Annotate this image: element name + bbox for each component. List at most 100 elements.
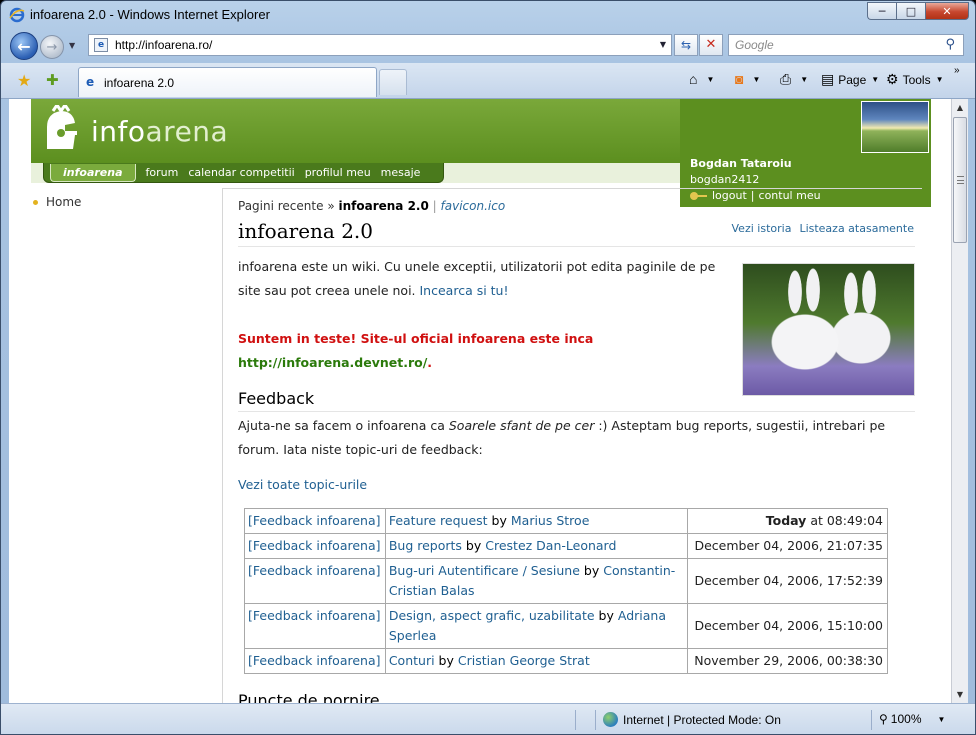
stop-button[interactable]: ✕ <box>699 34 723 56</box>
page-menu-label: Page <box>838 72 867 87</box>
search-box[interactable]: Google ⚲ <box>728 34 964 56</box>
zoom-control[interactable]: ⚲ 100% ▼ <box>879 712 945 726</box>
scroll-up-icon[interactable]: ▲ <box>952 99 968 116</box>
menu-item-forum[interactable]: forum <box>146 166 179 179</box>
topic-link[interactable]: Feature request <box>389 513 488 528</box>
author-link[interactable]: Crestez Dan-Leonard <box>485 538 616 553</box>
page-actions: Vezi istoria Listeaza atasamente <box>732 222 914 235</box>
favorites-star-icon[interactable]: ★ <box>17 71 31 90</box>
feeds-button[interactable]: ◙ ▼ <box>735 71 760 87</box>
all-topics-link[interactable]: Vezi toate topic-urile <box>238 477 367 492</box>
history-dropdown-icon[interactable]: ▼ <box>69 41 75 50</box>
menu-item-calendar[interactable]: calendar competitii <box>188 166 294 179</box>
topic-category: [Feedback infoarena] <box>244 648 386 674</box>
menu-item-infoarena[interactable]: infoarena <box>50 163 136 182</box>
topic-link[interactable]: Design, aspect grafic, uzabilitate <box>389 608 595 623</box>
navigation-bar: ← → ▼ e http://infoarena.ro/ ▼ ⇆ ✕ Googl… <box>1 29 975 63</box>
date-text: November 29, 2006, 00:38:30 <box>694 653 883 668</box>
topic-link[interactable]: Bug reports <box>389 538 462 553</box>
category-link[interactable]: [Feedback infoarena] <box>248 608 381 623</box>
history-link[interactable]: Vezi istoria <box>732 222 792 235</box>
category-link[interactable]: [Feedback infoarena] <box>248 513 381 528</box>
breadcrumb-file[interactable]: favicon.ico <box>441 199 506 213</box>
date-text: at 08:49:04 <box>806 513 883 528</box>
warning-message: Suntem in teste! Site-ul oficial infoare… <box>238 327 593 375</box>
page-menu[interactable]: ▤ Page ▼ <box>821 71 879 88</box>
arrow-right-icon: → <box>46 39 58 55</box>
search-icon[interactable]: ⚲ <box>945 37 955 52</box>
date-text: December 04, 2006, 17:52:39 <box>694 573 883 588</box>
address-bar[interactable]: e http://infoarena.ro/ ▼ <box>88 34 672 56</box>
sidebar-item-home[interactable]: Home <box>33 195 81 209</box>
page-icon: ▤ <box>821 71 835 87</box>
maximize-button[interactable]: □ <box>896 2 925 20</box>
address-dropdown-icon[interactable]: ▼ <box>660 40 666 49</box>
security-zone[interactable]: Internet | Protected Mode: On <box>603 712 781 727</box>
avatar[interactable] <box>861 101 929 153</box>
topic-category: [Feedback infoarena] <box>244 558 386 604</box>
attachments-link[interactable]: Listeaza atasamente <box>799 222 914 235</box>
chevron-down-icon: ▼ <box>935 75 944 84</box>
topic-category: [Feedback infoarena] <box>244 603 386 649</box>
address-input[interactable]: http://infoarena.ro/ <box>115 38 212 52</box>
scrollbar-thumb[interactable] <box>953 117 967 243</box>
author-link[interactable]: Marius Stroe <box>511 513 590 528</box>
status-divider <box>871 710 872 730</box>
topics-table: [Feedback infoarena] Feature request by … <box>244 508 888 674</box>
author-link[interactable]: Cristian George Strat <box>458 653 590 668</box>
chevron-down-icon: ▼ <box>937 714 946 724</box>
tab-label: infoarena 2.0 <box>104 76 175 90</box>
forward-button[interactable]: → <box>40 35 64 59</box>
tab-infoarena[interactable]: e infoarena 2.0 <box>78 67 377 97</box>
add-favorites-icon[interactable]: ✚ <box>46 71 59 89</box>
topic-link[interactable]: Conturi <box>389 653 435 668</box>
category-link[interactable]: [Feedback infoarena] <box>248 653 381 668</box>
search-input[interactable]: Google <box>735 38 774 52</box>
site-logo[interactable]: infoarena <box>91 115 228 148</box>
table-row: [Feedback infoarena] Conturi by Cristian… <box>244 648 888 674</box>
official-site-link[interactable]: http://infoarena.devnet.ro/ <box>238 355 427 370</box>
scroll-down-icon[interactable]: ▼ <box>952 686 968 703</box>
table-row: [Feedback infoarena] Design, aspect graf… <box>244 603 888 649</box>
topic-date: November 29, 2006, 00:38:30 <box>687 648 888 674</box>
window-title: infoarena 2.0 - Windows Internet Explore… <box>30 7 270 22</box>
category-link[interactable]: [Feedback infoarena] <box>248 538 381 553</box>
breadcrumb-recent[interactable]: Pagini recente <box>238 199 323 213</box>
menu-item-messages[interactable]: mesaje <box>381 166 421 179</box>
print-button[interactable]: ⎙ ▼ <box>780 71 808 88</box>
vertical-scrollbar[interactable]: ▲ ▼ <box>951 99 968 703</box>
date-bold: Today <box>765 513 807 528</box>
helmet-logo-icon[interactable] <box>39 105 83 155</box>
topic-date: Today at 08:49:04 <box>687 508 888 534</box>
home-button[interactable]: ⌂ ▼ <box>689 71 714 87</box>
more-commands-icon[interactable]: » <box>954 65 960 76</box>
category-link[interactable]: [Feedback infoarena] <box>248 563 381 578</box>
back-button[interactable]: ← <box>10 32 38 60</box>
logo-text-arena: arena <box>145 115 229 148</box>
user-name[interactable]: Bogdan Tataroiu <box>690 157 792 170</box>
new-tab-button[interactable] <box>379 69 407 95</box>
zoom-level: 100% <box>890 712 922 726</box>
next-section-heading: Puncte de pornire <box>238 691 380 703</box>
title-bar: infoarena 2.0 - Windows Internet Explore… <box>1 1 975 29</box>
feedback-heading: Feedback <box>238 389 315 408</box>
close-button[interactable]: ✕ <box>925 2 969 20</box>
tools-menu-label: Tools <box>902 72 931 87</box>
tools-menu[interactable]: ⚙ Tools ▼ <box>886 71 944 88</box>
menu-item-profile[interactable]: profilul meu <box>305 166 371 179</box>
minimize-button[interactable]: ─ <box>867 2 896 20</box>
rss-icon: ◙ <box>735 71 744 87</box>
try-link[interactable]: Incearca si tu! <box>420 283 509 298</box>
stop-icon: ✕ <box>705 37 717 52</box>
chevron-down-icon: ▼ <box>871 75 880 84</box>
topic-date: December 04, 2006, 21:07:35 <box>687 533 888 559</box>
intro-paragraph: infoarena este un wiki. Cu unele excepti… <box>238 255 723 303</box>
breadcrumb-current[interactable]: infoarena 2.0 <box>338 199 428 213</box>
tab-bar: ★ ✚ e infoarena 2.0 ⌂ ▼ ◙ ▼ ⎙ ▼ ▤ Page ▼ ⚙ Too… <box>1 63 975 99</box>
topic-link[interactable]: Bug-uri Autentificare / Sesiune <box>389 563 580 578</box>
home-icon: ⌂ <box>689 71 698 87</box>
rabbits-image <box>742 263 915 396</box>
warning-text: Suntem in teste! Site-ul oficial infoare… <box>238 331 594 346</box>
bullet-icon <box>33 199 38 205</box>
refresh-button[interactable]: ⇆ <box>674 34 698 56</box>
